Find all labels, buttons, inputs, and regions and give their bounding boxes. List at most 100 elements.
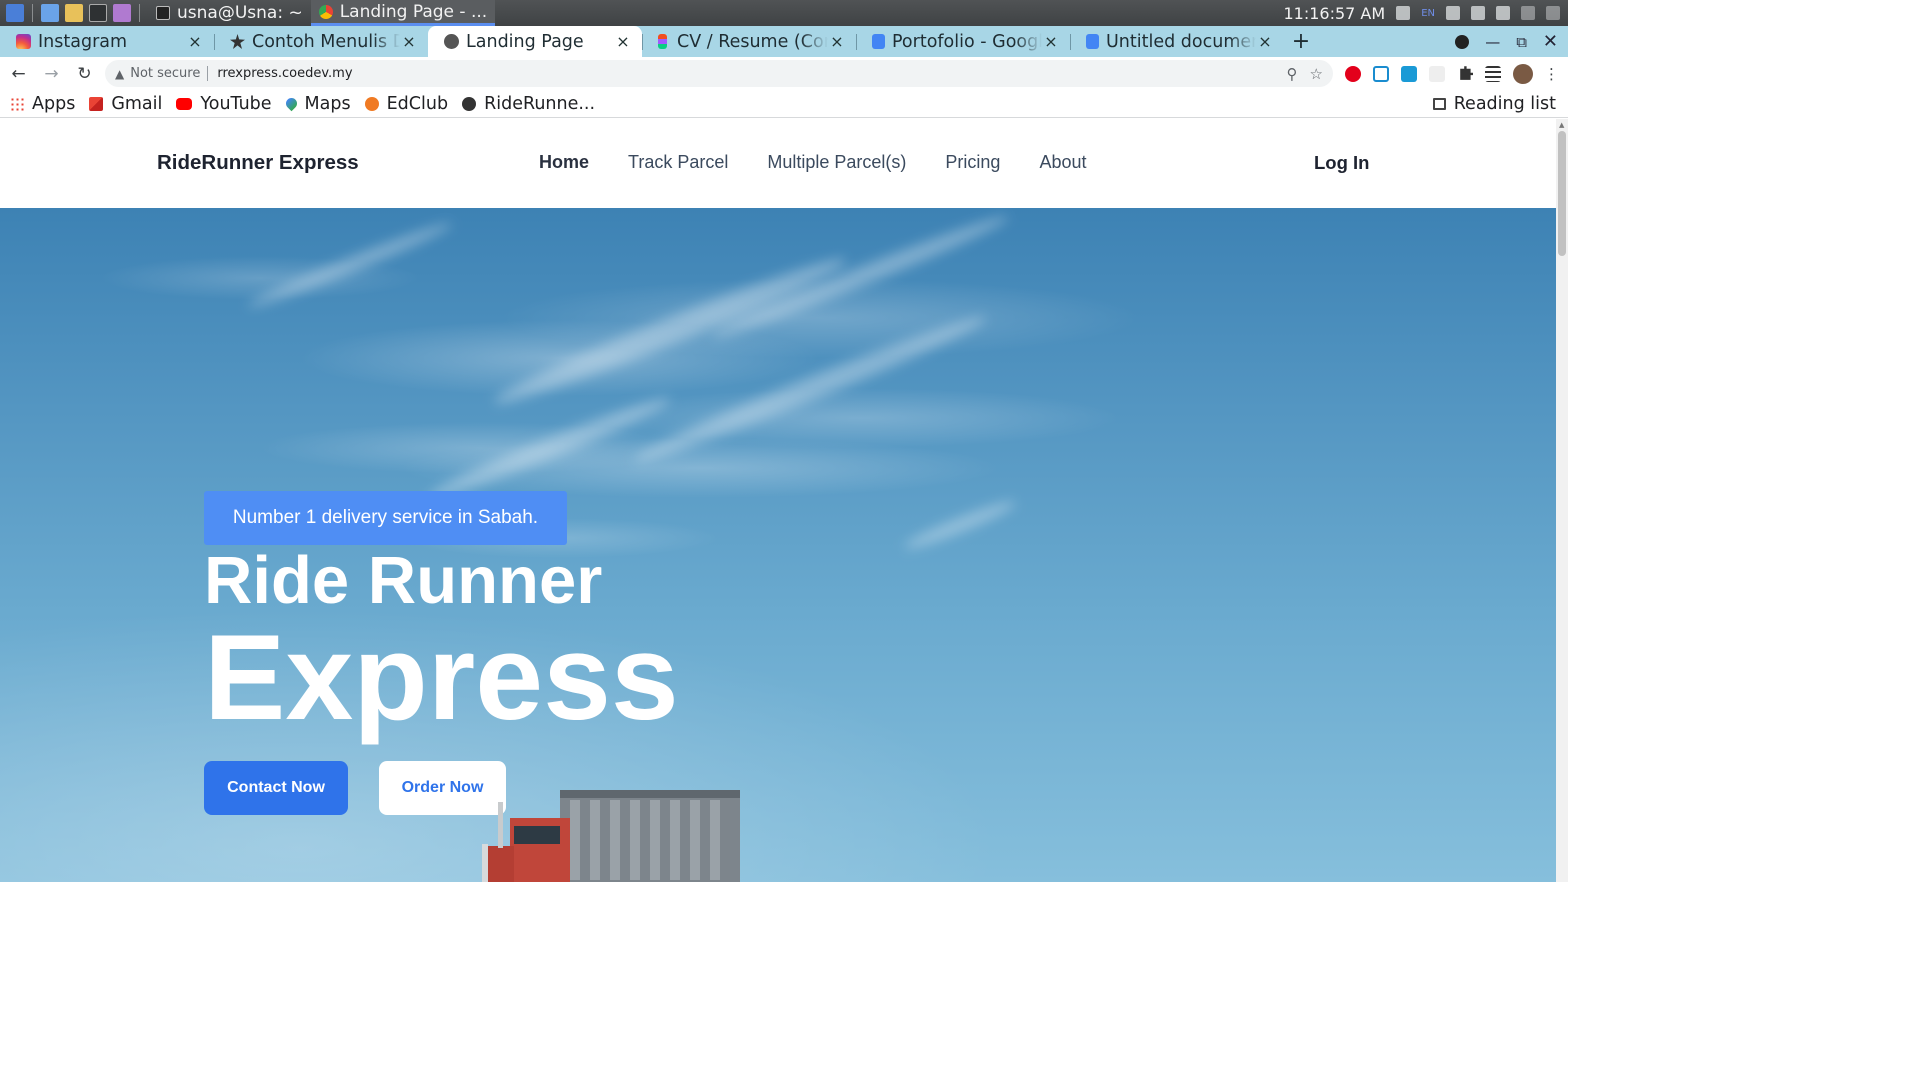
restore-icon[interactable]: ⧉ [1516,33,1527,51]
power-icon[interactable] [1546,6,1560,20]
bookmark-edclub[interactable]: EdClub [364,93,449,114]
bookmark-label: Maps [304,93,351,114]
address-bar[interactable]: ▲ Not secure rrexpress.coedev.my ⚲ ☆ [105,60,1333,87]
instagram-icon [16,34,31,49]
bookmark-label: EdClub [386,93,449,114]
web-page: RideRunner Express Home Track Parcel Mul… [0,119,1556,882]
chrome-icon [318,4,333,19]
scrollbar-thumb[interactable] [1558,131,1566,256]
nav-pricing[interactable]: Pricing [945,152,1000,173]
tab-title: Instagram [38,31,128,52]
blank-extension-icon[interactable] [1429,65,1445,82]
youtube-icon [176,97,193,110]
tab-portofolio[interactable]: Portofolio - Google × [856,26,1070,57]
nav-home[interactable]: Home [539,152,589,173]
security-status[interactable]: Not secure [130,66,200,81]
cloud-decoration [425,390,675,506]
folder-icon[interactable] [65,4,83,22]
bookmark-star-icon[interactable]: ☆ [1310,65,1323,83]
maps-pin-icon [283,95,299,112]
bookmark-gmail[interactable]: Gmail [89,94,162,114]
globe-icon [462,96,477,111]
reading-list-label: Reading list [1453,94,1556,114]
checkbox-extension-icon[interactable] [1401,65,1417,82]
reading-list-icon [1432,98,1446,110]
bookmark-riderunner[interactable]: RideRunne... [462,94,595,114]
menu-icon[interactable]: ⋮ [1537,59,1566,88]
keyboard-language[interactable]: EN [1421,8,1435,19]
profile-avatar[interactable] [1513,63,1533,84]
terminal-icon [156,6,170,20]
wifi-icon[interactable] [1396,6,1411,20]
tab-landing-page[interactable]: Landing Page × [428,26,642,57]
hero-heading-line2: Express [204,609,679,745]
bookmark-maps[interactable]: Maps [283,93,351,114]
tab-title: Contoh Menulis De [252,31,400,52]
close-icon[interactable]: × [828,32,846,51]
terminal-icon[interactable] [89,4,107,22]
close-window-icon[interactable]: ✕ [1543,31,1558,52]
bookmark-label: YouTube [200,93,272,114]
bookmark-label: Apps [32,93,76,114]
media-icon[interactable] [113,4,131,22]
display-icon[interactable] [1521,6,1535,20]
reading-list-button[interactable]: Reading list [1432,90,1556,118]
hero-section: Number 1 delivery service in Sabah. Ride… [0,208,1556,882]
bookmark-youtube[interactable]: YouTube [176,93,272,114]
media-queue-icon[interactable] [1485,65,1501,82]
nav-track-parcel[interactable]: Track Parcel [628,152,728,173]
puzzle-icon[interactable] [1460,66,1473,80]
os-taskbar: usna@Usna: ~ Landing Page - ... 11:16:57… [0,0,1568,26]
gmail-icon [89,96,104,111]
bookmark-apps[interactable]: Apps [10,94,75,114]
close-icon[interactable]: × [400,32,418,51]
forward-icon[interactable]: → [37,59,66,88]
url-text[interactable]: rrexpress.coedev.my [217,66,1274,81]
nav-about[interactable]: About [1039,152,1086,173]
login-link[interactable]: Log In [1314,152,1369,174]
task-browser[interactable]: Landing Page - ... [310,0,496,26]
new-tab-button[interactable]: + [1284,26,1318,57]
truck-image [482,790,740,882]
browser-toolbar: ← → ↻ ▲ Not secure rrexpress.coedev.my ⚲… [0,57,1568,90]
close-icon[interactable]: × [1256,32,1274,51]
page-scrollbar[interactable]: ▲ [1556,119,1568,882]
task-label: usna@Usna: ~ [177,3,303,23]
contact-now-button[interactable]: Contact Now [204,761,348,815]
tab-untitled-document[interactable]: Untitled document × [1070,26,1284,57]
taskbar-separator [32,4,33,22]
volume-icon[interactable] [1446,6,1460,20]
tab-instagram[interactable]: Instagram × [0,26,214,57]
scroll-up-arrow-icon[interactable]: ▲ [1559,121,1564,129]
edclub-icon [364,96,379,111]
notifications-icon[interactable] [1471,6,1485,20]
reload-icon[interactable]: ↻ [70,59,99,88]
back-icon[interactable]: ← [4,59,33,88]
star-icon [230,34,245,49]
hero-badge: Number 1 delivery service in Sabah. [204,491,567,545]
tab-title: CV / Resume (Comr [677,31,828,52]
opera-extension-icon[interactable] [1345,65,1361,82]
minimize-icon[interactable]: — [1485,33,1500,51]
close-icon[interactable]: × [186,32,204,51]
site-navbar: RideRunner Express Home Track Parcel Mul… [0,119,1556,208]
close-icon[interactable]: × [1042,32,1060,51]
zoom-icon[interactable]: ⚲ [1287,65,1298,83]
warning-icon[interactable]: ▲ [115,67,124,81]
site-nav-links: Home Track Parcel Multiple Parcel(s) Pri… [539,152,1087,173]
tab-cv-resume[interactable]: CV / Resume (Comr × [642,26,856,57]
tab-search-icon[interactable] [1455,34,1470,49]
nav-multiple-parcels[interactable]: Multiple Parcel(s) [767,152,906,173]
google-docs-icon [872,34,885,49]
app-launcher-icon[interactable] [6,4,24,22]
tab-contoh-menulis[interactable]: Contoh Menulis De × [214,26,428,57]
battery-icon[interactable] [1496,6,1510,20]
close-icon[interactable]: × [614,32,632,51]
bookmark-label: Gmail [111,93,163,114]
figma-icon [658,34,667,49]
taskbar-separator [139,4,140,22]
files-icon[interactable] [41,4,59,22]
site-brand[interactable]: RideRunner Express [157,151,359,175]
task-terminal[interactable]: usna@Usna: ~ [148,0,311,26]
extension-n-icon[interactable] [1373,65,1389,82]
